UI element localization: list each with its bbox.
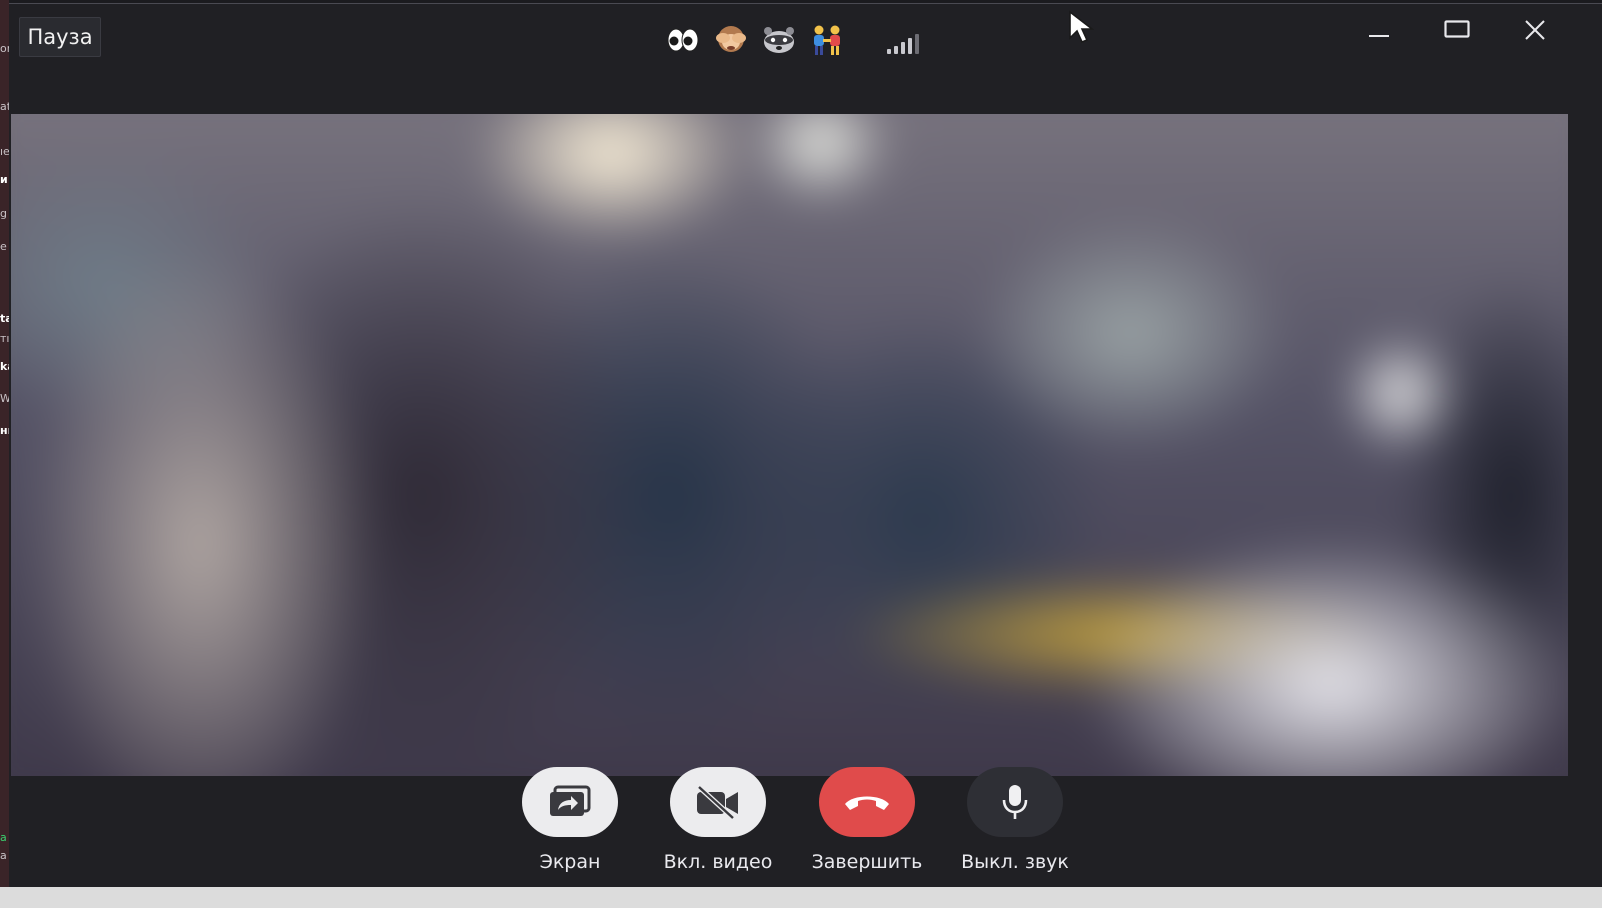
mouse-cursor-icon xyxy=(1069,10,1094,44)
minimize-icon xyxy=(1369,35,1389,37)
mute-label: Выкл. звук xyxy=(961,851,1069,873)
close-button[interactable] xyxy=(1505,10,1565,50)
video-toggle-button[interactable]: Вкл. видео xyxy=(643,767,793,888)
remote-video-feed xyxy=(11,114,1568,776)
couple-holding-hands-icon xyxy=(814,25,840,55)
call-controls: Экран Вкл. видео Завершить Выкл. звук xyxy=(9,767,1602,888)
see-no-evil-monkey-icon xyxy=(716,26,746,52)
pause-button[interactable]: Пауза xyxy=(19,17,101,57)
microphone-icon xyxy=(1002,785,1028,819)
video-frame xyxy=(11,114,1568,776)
call-window: Пауза Экран Вкл. видео Завершить Выкл. з… xyxy=(9,3,1602,888)
screen-share-button[interactable]: Экран xyxy=(495,767,645,888)
mute-button[interactable]: Выкл. звук xyxy=(940,767,1090,888)
encryption-emoji-key[interactable] xyxy=(664,24,846,56)
window-bottom-edge xyxy=(0,887,1602,908)
minimize-button[interactable] xyxy=(1349,10,1409,50)
end-call-label: Завершить xyxy=(811,851,923,873)
close-icon xyxy=(1525,20,1545,40)
title-bar: Пауза xyxy=(9,4,1602,114)
video-toggle-label: Вкл. видео xyxy=(663,851,773,873)
hang-up-icon xyxy=(845,796,889,810)
background-app-strip: or at ıe и g e ta тı ka W нı a a xyxy=(0,0,9,908)
maximize-button[interactable] xyxy=(1427,10,1487,50)
video-off-icon xyxy=(697,785,738,820)
eyes-emoji-icon xyxy=(667,28,699,52)
end-call-button[interactable]: Завершить xyxy=(792,767,942,888)
signal-bars-icon xyxy=(887,32,921,54)
screen-share-icon xyxy=(550,785,591,816)
maximize-icon xyxy=(1444,20,1470,38)
screen-share-label: Экран xyxy=(539,851,601,873)
raccoon-icon xyxy=(764,27,794,53)
